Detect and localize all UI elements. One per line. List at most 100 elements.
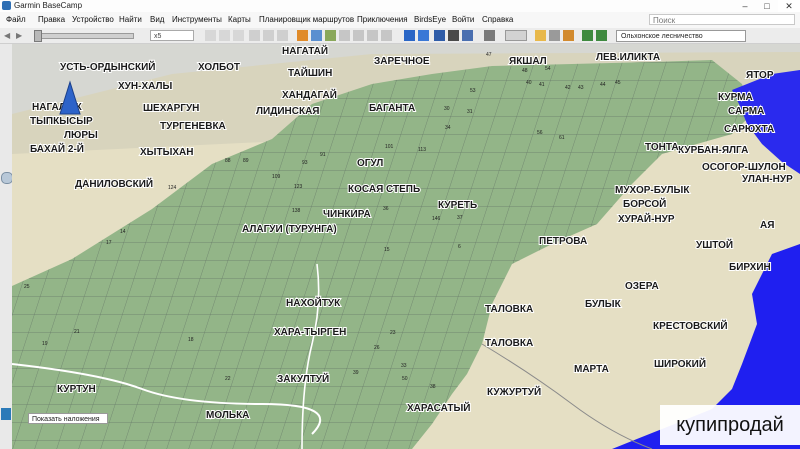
filter-icon[interactable] xyxy=(1,408,11,420)
place-label: НАХОЙТУК xyxy=(286,296,341,309)
parcel-number: 21 xyxy=(74,329,80,335)
maximize-button[interactable]: □ xyxy=(756,0,778,12)
parcel-number: 61 xyxy=(559,135,565,141)
window-title: Garmin BaseCamp xyxy=(14,1,83,10)
place-label: ОЗЕРА xyxy=(625,281,659,292)
menu-file[interactable]: Файл xyxy=(6,12,26,28)
menu-find[interactable]: Найти xyxy=(119,12,142,28)
hand-pan-icon[interactable] xyxy=(535,30,546,41)
parcel-number: 6 xyxy=(458,244,461,250)
send-to-device-icon[interactable] xyxy=(596,30,607,41)
play-icon[interactable]: ▶ xyxy=(16,31,27,42)
grid-icon[interactable] xyxy=(448,30,459,41)
place-label: САРМА xyxy=(728,106,764,117)
place-label: ХЫТЫХАН xyxy=(140,147,193,158)
overlay-select[interactable]: Показать наложения xyxy=(28,413,108,424)
place-label: ЛЮРЫ xyxy=(64,130,98,141)
parcel-number: 113 xyxy=(418,147,426,153)
view-2d-icon[interactable] xyxy=(404,30,415,41)
route-dropdown[interactable] xyxy=(505,30,527,41)
redo-icon[interactable] xyxy=(277,30,288,41)
place-label: ЗАКУЛТУЙ xyxy=(277,372,329,385)
playback-slider-thumb[interactable] xyxy=(34,30,42,42)
place-label: КУРТУН xyxy=(57,384,96,395)
place-label: МОЛЬКА xyxy=(206,410,249,421)
place-label: БУЛЫК xyxy=(585,299,622,310)
text-tool-icon[interactable] xyxy=(297,30,308,41)
place-label: КУРМА xyxy=(718,92,753,103)
place-label: АЯ xyxy=(760,220,774,231)
menu-device[interactable]: Устройство xyxy=(72,12,114,28)
parcel-number: 45 xyxy=(615,80,621,86)
receive-from-device-icon[interactable] xyxy=(582,30,593,41)
menu-maps[interactable]: Карты xyxy=(228,12,251,28)
erase-icon[interactable] xyxy=(367,30,378,41)
place-label: КУРБАН-ЯЛГА xyxy=(678,145,748,156)
watermark: купипродай xyxy=(660,405,800,445)
place-label: ПЕТРОВА xyxy=(539,236,587,247)
split-icon[interactable] xyxy=(381,30,392,41)
close-button[interactable]: ✕ xyxy=(778,0,800,12)
place-label: КОСАЯ СТЕПЬ xyxy=(348,184,420,195)
cut-icon[interactable] xyxy=(205,30,216,41)
map-view[interactable]: УСТЬ-ОРДЫНСКИЙ ХОЛБОТ НАГАТАЙ ЗАРЕЧНОЕ ТАЙШИ… xyxy=(12,44,800,449)
playback-slider-track[interactable] xyxy=(36,33,134,39)
menu-help[interactable]: Справка xyxy=(482,12,513,28)
menu-tools[interactable]: Инструменты xyxy=(172,12,222,28)
photo-icon[interactable] xyxy=(462,30,473,41)
send-icon[interactable] xyxy=(484,30,495,41)
place-label: ШИРОКИЙ xyxy=(654,357,706,370)
paste-icon[interactable] xyxy=(233,30,244,41)
copy-icon[interactable] xyxy=(219,30,230,41)
map-layer-select[interactable]: Ольхонское лесничество xyxy=(616,30,746,42)
draw-track-icon[interactable] xyxy=(325,30,336,41)
parcel-number: 17 xyxy=(106,240,112,246)
parcel-number: 23 xyxy=(390,330,396,336)
place-label: КРЕСТОВСКИЙ xyxy=(653,319,728,332)
view-3d-icon[interactable] xyxy=(418,30,429,41)
edit-icon[interactable] xyxy=(353,30,364,41)
menu-view[interactable]: Вид xyxy=(150,12,164,28)
back-arrow-icon[interactable]: ◀ xyxy=(4,31,15,42)
map-canvas[interactable]: УСТЬ-ОРДЫНСКИЙ ХОЛБОТ НАГАТАЙ ЗАРЕЧНОЕ ТАЙШИ… xyxy=(12,44,800,449)
parcel-number: 38 xyxy=(430,384,436,390)
menu-sign-in[interactable]: Войти xyxy=(452,12,474,28)
menu-birdseye[interactable]: BirdsEye xyxy=(414,12,446,28)
place-label: ЧИНКИРА xyxy=(323,209,371,220)
parcel-number: 18 xyxy=(188,337,194,343)
parcel-number: 123 xyxy=(294,184,303,190)
parcel-number: 109 xyxy=(272,174,281,180)
zoom-icon[interactable] xyxy=(549,30,560,41)
place-label: ХУН-ХАЛЫ xyxy=(118,81,172,92)
place-label: ТАЛОВКА xyxy=(485,304,533,315)
parcel-number: 91 xyxy=(320,152,326,158)
parcel-number: 56 xyxy=(537,130,543,136)
map-view-icon[interactable] xyxy=(434,30,445,41)
place-label: МУХОР-БУЛЫК xyxy=(615,185,690,196)
parcel-number: 42 xyxy=(565,85,571,91)
search-input[interactable]: Поиск xyxy=(649,14,795,25)
undo-icon[interactable] xyxy=(263,30,274,41)
place-label: ЯКШАЛ xyxy=(509,56,547,67)
menu-route-planner[interactable]: Планировщик маршрутов xyxy=(259,12,354,28)
parcel-number: 34 xyxy=(445,125,451,131)
draw-route-icon[interactable] xyxy=(311,30,322,41)
menu-adventures[interactable]: Приключения xyxy=(357,12,408,28)
place-label: ОСОГОР-ШУЛОН xyxy=(702,162,786,173)
place-label: ХАРА-ТЫРГЕН xyxy=(274,327,346,338)
parcel-number: 54 xyxy=(545,66,551,72)
parcel-number: 37 xyxy=(457,215,463,221)
place-label: ХОЛБОТ xyxy=(198,62,240,73)
measure-icon[interactable] xyxy=(339,30,350,41)
minimize-button[interactable]: – xyxy=(734,0,756,12)
place-label: МАРТА xyxy=(574,364,609,375)
menu-edit[interactable]: Правка xyxy=(38,12,65,28)
parcel-number: 19 xyxy=(42,341,48,347)
parcel-number: 41 xyxy=(539,82,545,88)
delete-icon[interactable] xyxy=(249,30,260,41)
parcel-number: 31 xyxy=(467,109,473,115)
place-label: НАГАТАЙ xyxy=(282,44,328,57)
zoom-select[interactable]: x5 xyxy=(150,30,194,41)
place-label: АЛАГУИ (ТУРУНГА) xyxy=(242,224,337,235)
ruler-icon[interactable] xyxy=(563,30,574,41)
